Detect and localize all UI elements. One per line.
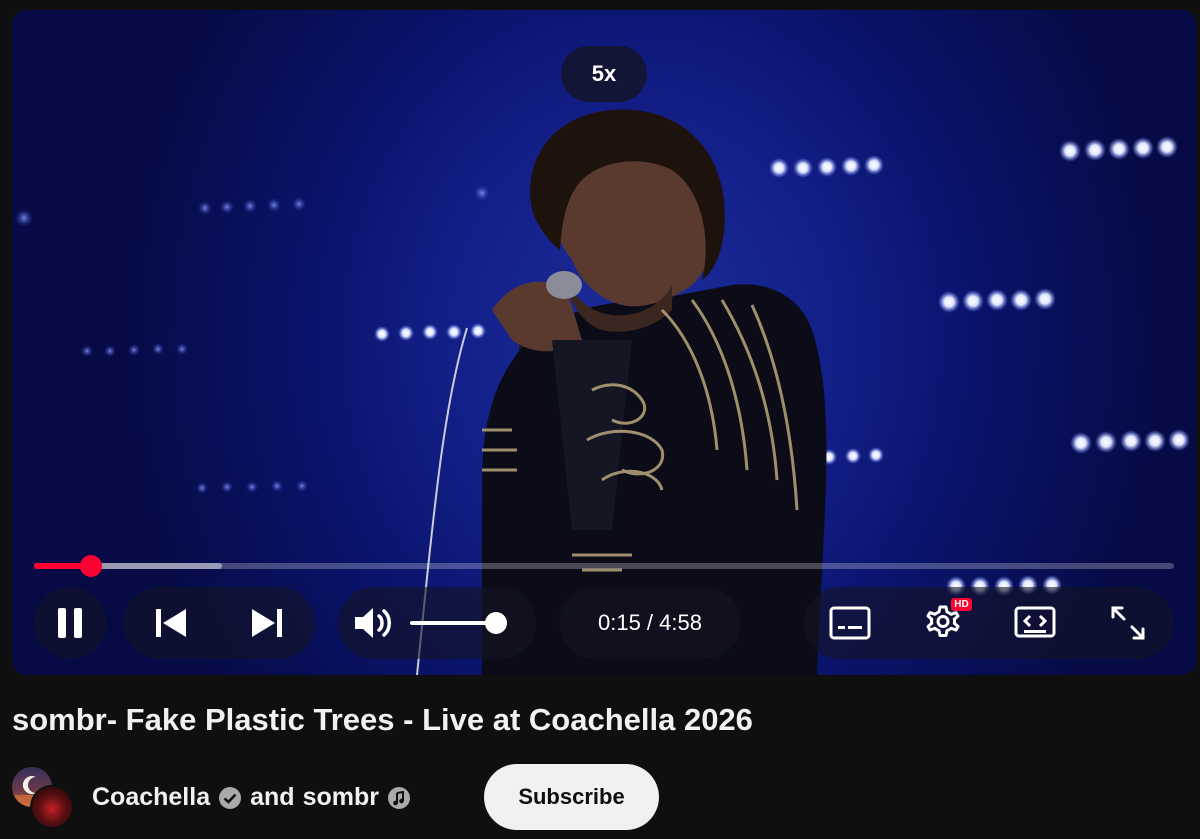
- miniplayer-icon: [1014, 606, 1056, 638]
- verified-check-icon: [219, 786, 242, 809]
- fullscreen-button[interactable]: [1092, 587, 1164, 659]
- volume-knob[interactable]: [485, 612, 507, 634]
- sombr-avatar[interactable]: [30, 785, 74, 829]
- video-player[interactable]: 5x 0:15 / 4:58 HD: [12, 10, 1196, 675]
- play-pause-group: [34, 587, 106, 659]
- previous-button[interactable]: [123, 587, 219, 659]
- previous-icon: [156, 609, 186, 637]
- subtitles-button[interactable]: [814, 587, 886, 659]
- hd-badge: HD: [951, 597, 972, 611]
- next-icon: [252, 609, 282, 637]
- progress-bar[interactable]: [34, 555, 1174, 577]
- track-nav-group: [123, 587, 315, 659]
- fullscreen-icon: [1111, 606, 1145, 640]
- miniplayer-button[interactable]: [999, 587, 1071, 659]
- volume-icon: [355, 608, 391, 638]
- pause-button[interactable]: [34, 587, 106, 659]
- volume-slider[interactable]: [410, 612, 507, 634]
- time-display: 0:15 / 4:58: [598, 610, 702, 635]
- progress-scrubber[interactable]: [80, 555, 102, 577]
- next-button[interactable]: [219, 587, 315, 659]
- channel-joiner: and: [250, 783, 295, 811]
- channel-names: Coachella and sombr: [92, 783, 411, 812]
- channel-name-coachella[interactable]: Coachella: [92, 783, 210, 812]
- mute-button[interactable]: [338, 587, 410, 659]
- video-frame: [15, 109, 1190, 675]
- music-note-badge-icon: [387, 786, 410, 809]
- pause-icon: [58, 608, 82, 638]
- settings-icon-wrap: HD: [924, 597, 972, 645]
- time-group: 0:15 / 4:58: [559, 587, 741, 659]
- settings-button[interactable]: HD: [907, 587, 979, 659]
- channel-name-sombr[interactable]: sombr: [303, 783, 379, 812]
- video-title: sombr- Fake Plastic Trees - Live at Coac…: [12, 702, 753, 737]
- playback-speed-indicator: 5x: [561, 46, 647, 102]
- volume-group: [338, 587, 536, 659]
- subscribe-button[interactable]: Subscribe: [484, 764, 659, 830]
- subtitles-icon: [829, 606, 871, 640]
- right-controls-group: HD: [804, 587, 1174, 659]
